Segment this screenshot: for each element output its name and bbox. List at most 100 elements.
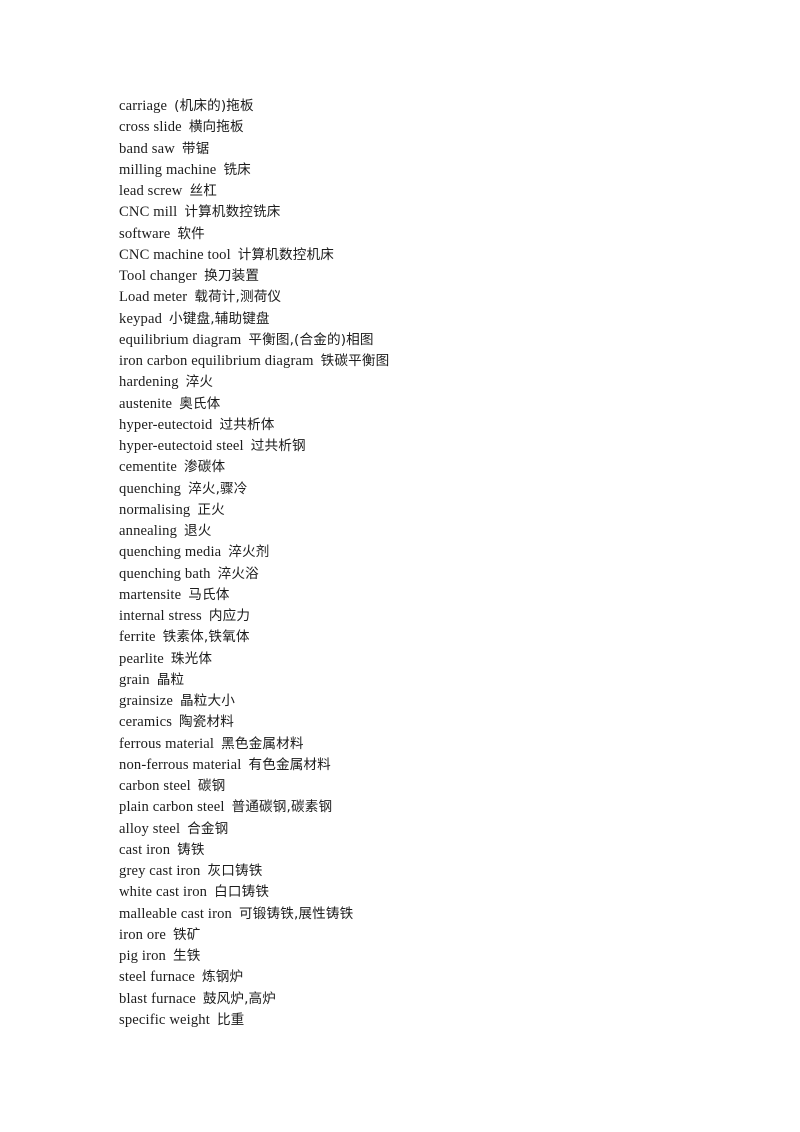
glossary-entry: software 软件 (119, 224, 759, 245)
glossary-term: martensite (119, 586, 182, 603)
glossary-term: internal stress (119, 608, 202, 624)
glossary-term: ferrite (119, 629, 156, 646)
glossary-gloss: 软件 (177, 225, 205, 242)
glossary-term: cast iron (119, 841, 171, 858)
glossary-entry: ferrite 铁素体,铁氧体 (119, 627, 759, 648)
glossary-entry-list: carriage (机床的)拖板 cross slide 横向拖板 band saw 带锯… (119, 96, 759, 1031)
glossary-gloss: 正火 (197, 501, 225, 518)
glossary-term: white cast iron (119, 884, 208, 901)
glossary-gloss: 碳钢 (197, 778, 226, 794)
glossary-term: austenite (119, 395, 173, 412)
glossary-entry: grain 晶粒 (119, 670, 759, 691)
glossary-term: steel furnace (119, 969, 196, 986)
glossary-gloss: 退火 (184, 523, 212, 539)
glossary-term: iron ore (119, 926, 166, 943)
glossary-term: Tool changer (119, 268, 198, 284)
glossary-term: milling machine (119, 161, 217, 178)
glossary-term: alloy steel (119, 820, 181, 837)
glossary-term: software (119, 225, 171, 242)
glossary-entry: ferrous material 黑色金属材料 (119, 734, 759, 755)
glossary-term: quenching media (119, 544, 222, 561)
glossary-term: ceramics (119, 714, 173, 731)
glossary-gloss: 平衡图,(合金的)相图 (248, 331, 374, 348)
glossary-term: plain carbon steel (119, 799, 225, 816)
glossary-gloss: 奥氏体 (179, 395, 221, 412)
glossary-term: equilibrium diagram (119, 331, 242, 348)
glossary-term: hyper-eutectoid (119, 416, 213, 433)
glossary-entry: cross slide 横向拖板 (119, 117, 759, 138)
glossary-gloss: 淬火,骤冷 (188, 480, 248, 497)
glossary-gloss: 晶粒 (156, 671, 185, 688)
glossary-entry: pig iron 生铁 (119, 946, 759, 967)
glossary-gloss: 比重 (216, 1011, 245, 1028)
glossary-gloss: 计算机数控机床 (237, 246, 334, 263)
glossary-term: pig iron (119, 948, 166, 964)
glossary-gloss: 带锯 (181, 140, 210, 157)
glossary-term: grain (119, 671, 150, 688)
glossary-entry: white cast iron 白口铸铁 (119, 882, 759, 903)
glossary-term: specific weight (119, 1011, 210, 1028)
glossary-gloss: 铁碳平衡图 (320, 353, 390, 369)
glossary-gloss: 过共析体 (219, 416, 275, 433)
glossary-gloss: 鼓风炉,高炉 (202, 990, 277, 1007)
glossary-entry: austenite 奥氏体 (119, 394, 759, 415)
glossary-gloss: 横向拖板 (188, 119, 244, 136)
glossary-term: carriage (119, 98, 168, 114)
glossary-entry: quenching media 淬火剂 (119, 542, 759, 563)
glossary-entry: cementite 渗碳体 (119, 457, 759, 478)
glossary-entry: ceramics 陶瓷材料 (119, 712, 759, 733)
glossary-gloss: 黑色金属材料 (221, 735, 304, 752)
glossary-gloss: 灰口铸铁 (207, 863, 263, 879)
glossary-entry: alloy steel 合金钢 (119, 819, 759, 840)
glossary-term: hardening (119, 374, 179, 391)
glossary-term: normalising (119, 501, 191, 518)
glossary-entry: quenching bath 淬火浴 (119, 564, 759, 585)
glossary-entry: lead screw 丝杠 (119, 181, 759, 202)
glossary-term: CNC machine tool (119, 246, 231, 263)
glossary-gloss: 小键盘,辅助键盘 (169, 310, 270, 327)
glossary-gloss: 计算机数控铣床 (184, 204, 281, 221)
glossary-gloss: 陶瓷材料 (179, 714, 234, 731)
glossary-gloss: 淬火剂 (228, 544, 270, 561)
glossary-term: annealing (119, 523, 178, 539)
glossary-entry: keypad 小键盘,辅助键盘 (119, 309, 759, 330)
glossary-entry: milling machine 铣床 (119, 160, 759, 181)
glossary-entry: cast iron 铸铁 (119, 840, 759, 861)
glossary-gloss: 晶粒大小 (180, 693, 235, 709)
glossary-gloss: 铣床 (223, 161, 251, 178)
glossary-gloss: 淬火 (185, 374, 214, 391)
glossary-gloss: 丝杠 (189, 183, 217, 199)
glossary-term: hyper-eutectoid steel (119, 438, 244, 454)
glossary-entry: hardening 淬火 (119, 372, 759, 393)
glossary-gloss: 马氏体 (188, 586, 230, 603)
glossary-gloss: 淬火浴 (217, 565, 259, 582)
glossary-entry: equilibrium diagram 平衡图,(合金的)相图 (119, 330, 759, 351)
glossary-entry: quenching 淬火,骤冷 (119, 479, 759, 500)
glossary-gloss: 合金钢 (187, 820, 229, 837)
glossary-gloss: 珠光体 (170, 650, 213, 667)
glossary-gloss: (机床的)拖板 (174, 98, 254, 114)
glossary-gloss: 铁素体,铁氧体 (162, 629, 250, 646)
glossary-entry: normalising 正火 (119, 500, 759, 521)
document-page: carriage (机床的)拖板 cross slide 横向拖板 band saw 带锯… (0, 0, 800, 1132)
glossary-term: grainsize (119, 693, 173, 709)
glossary-entry: pearlite 珠光体 (119, 649, 759, 670)
glossary-entry: internal stress 内应力 (119, 606, 759, 627)
glossary-gloss: 铸铁 (177, 841, 205, 858)
glossary-term: non-ferrous material (119, 756, 242, 773)
glossary-entry: martensite 马氏体 (119, 585, 759, 606)
glossary-entry: grey cast iron 灰口铸铁 (119, 861, 759, 882)
glossary-gloss: 炼钢炉 (202, 969, 244, 986)
glossary-entry: band saw 带锯 (119, 139, 759, 160)
glossary-gloss: 过共析钢 (250, 438, 306, 454)
glossary-term: keypad (119, 310, 163, 327)
glossary-term: ferrous material (119, 735, 215, 752)
glossary-term: band saw (119, 140, 175, 157)
glossary-gloss: 普通碳钢,碳素钢 (231, 799, 333, 816)
glossary-entry: plain carbon steel 普通碳钢,碳素钢 (119, 797, 759, 818)
glossary-entry: steel furnace 炼钢炉 (119, 967, 759, 988)
glossary-gloss: 生铁 (172, 948, 201, 964)
glossary-entry: CNC machine tool 计算机数控机床 (119, 245, 759, 266)
glossary-term: grey cast iron (119, 863, 201, 879)
glossary-term: quenching (119, 480, 182, 497)
